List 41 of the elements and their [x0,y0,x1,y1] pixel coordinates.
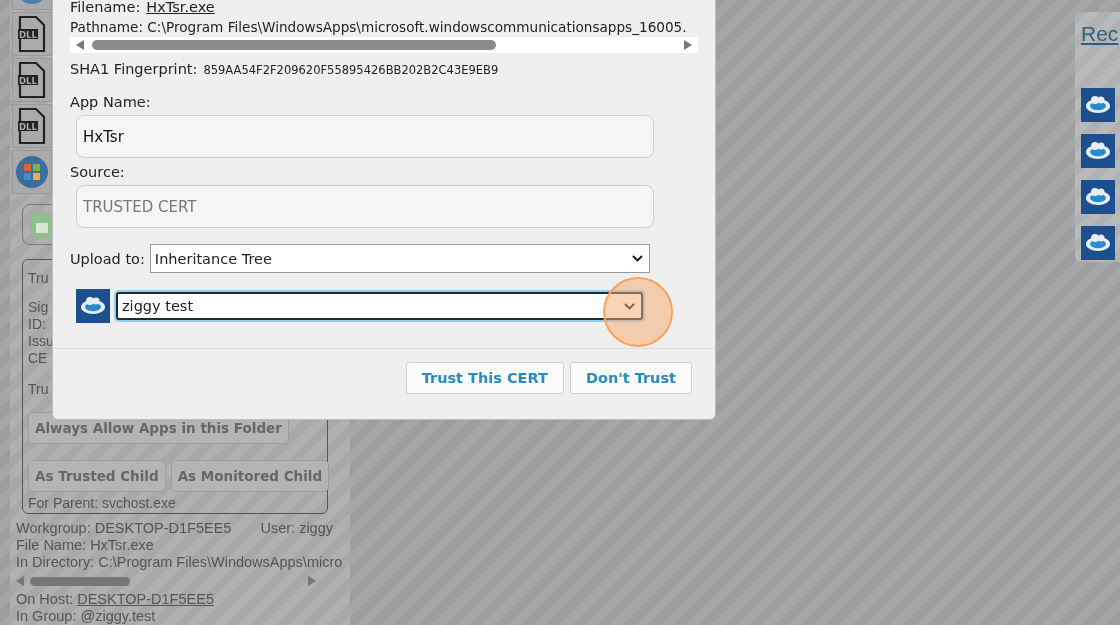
cloud-icon [1081,88,1115,122]
sha1-label: SHA1 Fingerprint: [70,61,198,77]
app-name-label: App Name: [70,94,152,110]
host-label: On Host: [16,591,74,608]
file-name-text: File Name: HxTsr.exe [16,537,155,554]
host-link[interactable]: DESKTOP-D1F5EE5 [77,591,214,608]
cloud-icon [1081,180,1115,214]
trust-button[interactable]: Trust This CERT [405,362,564,394]
cloud-icon [76,289,110,323]
upload-select[interactable]: Inheritance Tree [149,244,650,273]
cloud-icon [1081,226,1115,260]
scroll-right-icon[interactable] [308,576,316,586]
scrollbar-thumb[interactable] [30,576,130,586]
filename-link[interactable]: HxTsr.exe [146,0,215,15]
directory-text: In Directory: C:\Program Files\WindowsApps\micro [16,554,344,571]
scrollbar-thumb[interactable] [92,40,496,50]
scroll-left-icon[interactable] [16,576,24,586]
dont-trust-button[interactable]: Don't Trust [569,362,692,394]
app-name-field[interactable]: HxTsr [76,115,654,158]
user-text: User: ziggy [260,520,333,537]
pathname-text: Pathname: C:\Program Files\WindowsApps\microsoft.windowscommunicationsapps_16005. [70,18,687,36]
panel-text: ID: [28,316,46,334]
source-field[interactable]: TRUSTED CERT [76,185,654,228]
panel-text: Tru [28,381,49,399]
chevron-down-icon [631,255,643,262]
scroll-right-icon[interactable] [684,40,692,50]
sha1-value: 859AA54F2F209620F55895426BB202B2C43E9EB9 [203,63,499,77]
parent-text: For Parent: svchost.exe [28,495,177,512]
source-label: Source: [70,164,126,180]
group-text: In Group: @ziggy.test [16,608,157,625]
workgroup-text: Workgroup: DESKTOP-D1F5EE5 [16,520,232,537]
path-scrollbar[interactable] [70,37,698,53]
panel-text: CE [28,350,48,368]
panel-text: Sig [28,299,49,317]
group-select[interactable]: ziggy test [116,292,643,320]
chevron-down-icon [624,302,635,310]
upload-label: Upload to: [70,250,145,267]
filename-label: Filename: [70,0,141,15]
panel-text: Tru [28,270,49,288]
scroll-left-icon[interactable] [76,40,84,50]
cloud-icon [1081,134,1115,168]
